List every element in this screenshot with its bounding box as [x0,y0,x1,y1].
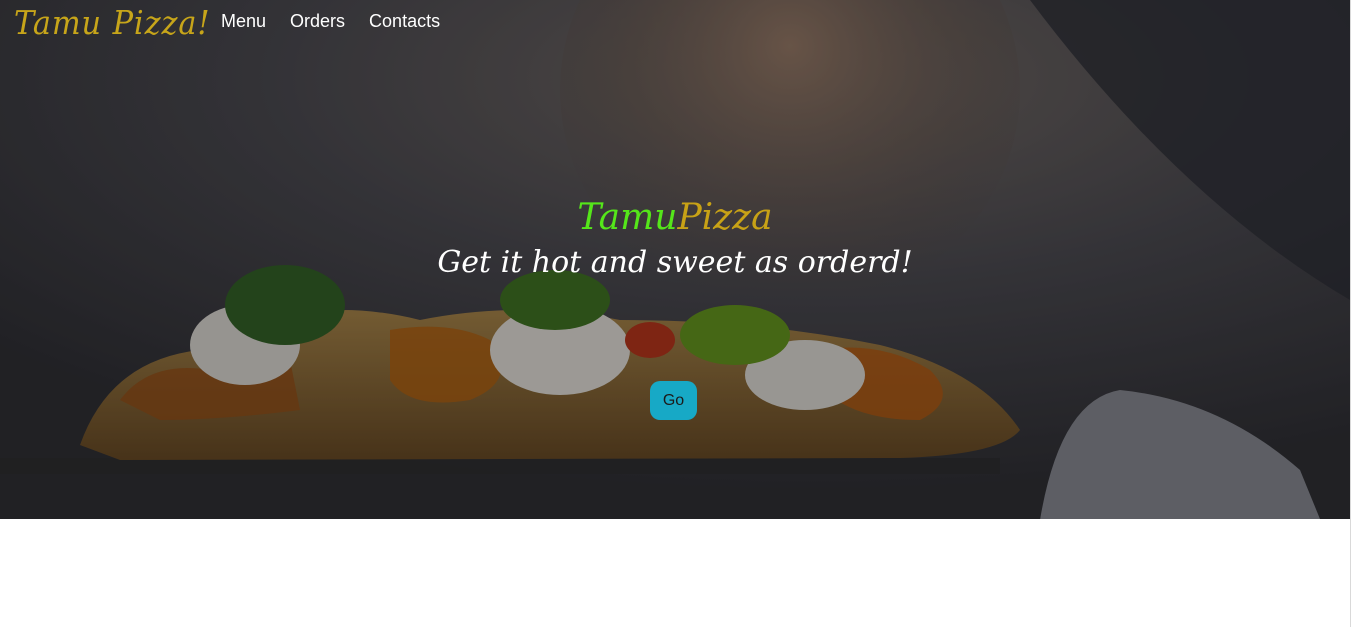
page-body [0,519,1350,627]
nav-item-menu[interactable]: Menu [221,11,266,31]
top-navbar: Tamu Pizza! Menu Orders Contacts [0,0,1350,44]
nav-item-orders[interactable]: Orders [290,11,345,31]
hero-title-part2: Pizza [677,197,773,238]
nav-item-contacts[interactable]: Contacts [369,11,440,31]
go-button[interactable]: Go [650,381,697,420]
hero-subtitle: Get it hot and sweet as orderd! [437,245,913,280]
hero-section: Tamu Pizza! Menu Orders Contacts TamuPiz… [0,0,1350,519]
hero-title: TamuPizza [0,196,1350,240]
brand-logo[interactable]: Tamu Pizza! [14,3,211,42]
hero-title-part1: Tamu [577,197,678,238]
nav-links: Menu Orders Contacts [221,11,464,31]
